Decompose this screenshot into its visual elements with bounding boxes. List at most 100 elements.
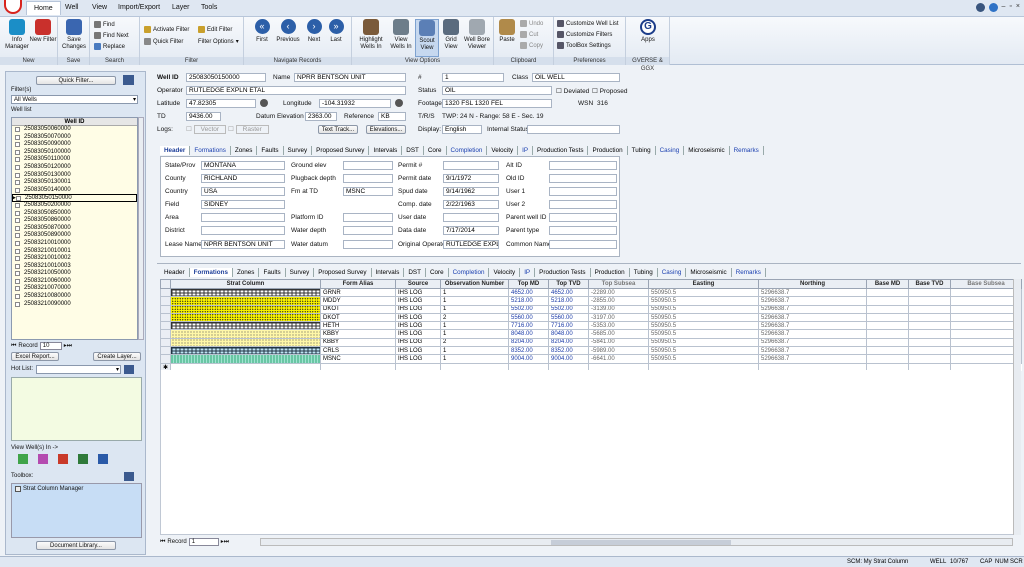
status-select[interactable]: OIL xyxy=(442,86,552,95)
toolbox-settings-button[interactable]: ToolBox Settings xyxy=(557,42,611,49)
view-wells-button[interactable]: View Wells In xyxy=(387,19,415,50)
old-id-field[interactable] xyxy=(549,174,617,183)
menu-tools[interactable]: Tools xyxy=(201,4,217,11)
row-selector[interactable] xyxy=(160,312,171,323)
district-field[interactable] xyxy=(201,226,285,235)
class-select[interactable]: OIL WELL xyxy=(532,73,620,82)
well-id-field[interactable]: 25083050150000 xyxy=(186,73,266,82)
datum-elevation-field[interactable]: 2363.00 xyxy=(305,112,337,121)
grid-view-button[interactable]: Grid View xyxy=(440,19,462,50)
cell-top-tvd[interactable]: 5560.00 xyxy=(548,312,589,323)
highlight-wells-button[interactable]: Highlight Wells In xyxy=(355,19,387,50)
vector-button[interactable]: Vector xyxy=(193,125,227,134)
tab-survey[interactable]: Survey xyxy=(286,268,315,277)
cell-source[interactable]: IHS LOG xyxy=(395,329,441,339)
cell-top-md[interactable]: 9004.00 xyxy=(508,354,549,364)
tab-zones[interactable]: Zones xyxy=(231,146,258,155)
cell-source[interactable]: IHS LOG xyxy=(395,304,441,314)
reference-field[interactable]: KB xyxy=(378,112,406,121)
globe-icon-2[interactable] xyxy=(395,99,403,107)
lease-field[interactable]: NPRR BENTSON UNIT xyxy=(201,240,285,249)
well-list-item[interactable]: 25083050130001 xyxy=(12,179,137,187)
tab-intervals[interactable]: Intervals xyxy=(372,268,405,277)
ground-elev-field[interactable] xyxy=(343,161,393,170)
well-list-item[interactable]: 25083210070000 xyxy=(12,285,137,293)
cell-alias[interactable]: DKOT xyxy=(320,312,396,323)
well-checkbox[interactable] xyxy=(15,127,20,132)
application-button[interactable] xyxy=(4,0,22,14)
cell-obs[interactable]: 1 xyxy=(440,321,509,331)
well-list-item[interactable]: 25083210080000 xyxy=(12,293,137,301)
internal-status-select[interactable] xyxy=(527,125,620,134)
tab-ip[interactable]: IP xyxy=(520,268,536,277)
tab-dst[interactable]: DST xyxy=(404,268,426,277)
last-button[interactable]: » Last xyxy=(324,19,348,44)
menu-layer[interactable]: Layer xyxy=(172,4,190,11)
cell-top-md[interactable]: 8352.00 xyxy=(508,346,549,356)
cell-source[interactable]: IHS LOG xyxy=(395,312,441,323)
tab-production[interactable]: Production xyxy=(591,268,630,277)
cell-top-md[interactable]: 5502.00 xyxy=(508,304,549,314)
cell-top-tvd[interactable]: 8352.00 xyxy=(548,346,589,356)
cell-alias[interactable]: MSNC xyxy=(320,354,396,364)
cell-east[interactable]: 550950.5 xyxy=(648,287,759,298)
cell-base-subsea[interactable] xyxy=(950,312,1022,323)
paste-button[interactable]: Paste xyxy=(496,19,518,44)
first-button[interactable]: « First xyxy=(250,19,274,44)
well-checkbox[interactable] xyxy=(15,240,20,246)
well-list-item[interactable]: 25083210060000 xyxy=(12,278,137,286)
menu-well[interactable]: Well xyxy=(65,4,78,11)
deviated-checkbox[interactable]: ☐ Deviated xyxy=(556,87,589,95)
text-track-button[interactable]: Text Track... xyxy=(318,125,358,134)
cell-top-tvd[interactable]: 7716.00 xyxy=(548,321,589,331)
well-checkbox[interactable] xyxy=(15,233,20,239)
tab-core[interactable]: Core xyxy=(424,146,447,155)
row-selector[interactable] xyxy=(160,329,171,339)
cell-source[interactable]: IHS LOG xyxy=(395,287,441,298)
create-layer-button[interactable]: Create Layer... xyxy=(93,352,141,361)
tab-core[interactable]: Core xyxy=(426,268,449,277)
tab-dst[interactable]: DST xyxy=(402,146,424,155)
row-selector[interactable] xyxy=(160,346,171,356)
tab-velocity[interactable]: Velocity xyxy=(487,146,519,155)
strat-column-manager-item[interactable]: Strat Column Manager xyxy=(15,486,83,492)
cell-obs[interactable]: 1 xyxy=(440,354,509,364)
cell-top-md[interactable]: 5560.00 xyxy=(508,312,549,323)
strat-pattern-cell[interactable] xyxy=(170,287,321,298)
cell-base-md[interactable] xyxy=(866,312,909,323)
formation-row[interactable]: CRLS IHS LOG 1 8352.00 8352.00 -5989.00 550950… xyxy=(160,346,1022,356)
row-selector[interactable] xyxy=(160,304,171,314)
cell-top-tvd[interactable]: 5218.00 xyxy=(548,296,589,306)
wellbore-viewer-button[interactable]: Well Bore Viewer xyxy=(462,19,492,50)
cell-base-subsea[interactable] xyxy=(950,354,1022,364)
tab-header[interactable]: Header xyxy=(160,146,191,155)
td-field[interactable]: 9436.00 xyxy=(186,112,221,121)
toolbox-settings-icon[interactable] xyxy=(124,472,134,481)
well-list-item[interactable]: 25083050200000 xyxy=(12,202,137,210)
cell-base-subsea[interactable] xyxy=(950,296,1022,306)
row-selector[interactable] xyxy=(160,287,171,298)
grid-first-record-icon[interactable]: ⏮ xyxy=(160,539,165,546)
chart-view-icon[interactable] xyxy=(38,454,48,464)
well-checkbox[interactable] xyxy=(15,271,20,277)
strat-pattern-cell[interactable] xyxy=(170,346,321,356)
close-icon[interactable]: × xyxy=(1016,3,1020,12)
well-checkbox[interactable] xyxy=(15,202,20,208)
cell-alias[interactable]: DKOT xyxy=(320,304,396,314)
latitude-field[interactable]: 47.82305 xyxy=(186,99,256,108)
globe-icon[interactable] xyxy=(260,99,268,107)
well-list-item[interactable]: 25083210090000 xyxy=(12,301,137,309)
export-view-icon[interactable] xyxy=(98,454,108,464)
well-list-item[interactable]: 25083050140000 xyxy=(12,187,137,195)
hot-list-settings-icon[interactable] xyxy=(124,365,134,374)
cell-top-tvd[interactable]: 9004.00 xyxy=(548,354,589,364)
state-field[interactable]: MONTANA xyxy=(201,161,285,170)
well-list-item[interactable]: 25083050120000 xyxy=(12,164,137,172)
tab-tubing[interactable]: Tubing xyxy=(628,146,656,155)
strat-pattern-cell[interactable] xyxy=(170,354,321,364)
cell-source[interactable]: IHS LOG xyxy=(395,346,441,356)
col-header-source[interactable]: Source xyxy=(395,279,441,289)
cell-base-tvd[interactable] xyxy=(908,337,951,348)
num-field[interactable]: 1 xyxy=(442,73,504,82)
permit-date-field[interactable]: 9/1/1972 xyxy=(443,174,499,183)
